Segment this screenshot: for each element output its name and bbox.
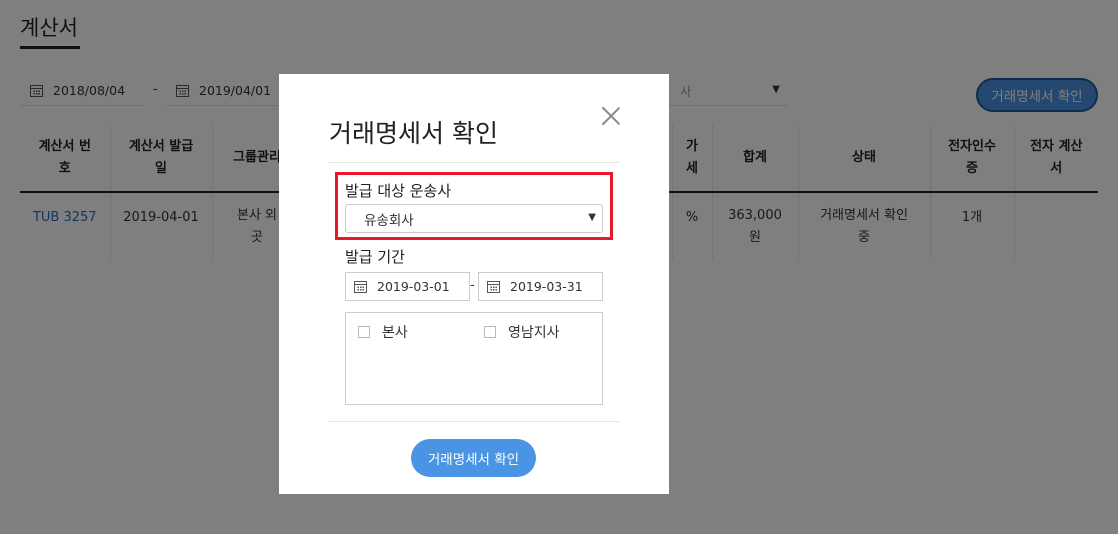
modal-header-divider — [328, 162, 620, 163]
close-icon[interactable] — [601, 106, 621, 126]
calendar-icon — [354, 280, 367, 293]
branch-label-hq: 본사 — [382, 325, 408, 341]
period-end-field[interactable]: 2019-03-31 — [478, 272, 603, 301]
modal-footer-divider — [328, 421, 620, 422]
period-start-value: 2019-03-01 — [377, 279, 450, 294]
calendar-icon — [487, 280, 500, 293]
dropdown-arrow-icon: ▼ — [588, 212, 596, 223]
checkbox-icon[interactable] — [358, 326, 370, 338]
period-start-field[interactable]: 2019-03-01 — [345, 272, 470, 301]
carrier-label: 발급 대상 운송사 — [345, 182, 452, 200]
statement-confirm-modal: 거래명세서 확인 발급 대상 운송사 유송회사 ▼ 발급 기간 2019-03-… — [279, 74, 669, 494]
period-label: 발급 기간 — [345, 248, 405, 266]
period-end-value: 2019-03-31 — [510, 279, 583, 294]
statement-confirm-button[interactable]: 거래명세서 확인 — [411, 439, 536, 477]
branch-checkbox-hq[interactable]: 본사 — [358, 322, 408, 342]
carrier-select[interactable]: 유송회사 ▼ — [345, 204, 603, 233]
branch-checkbox-yeongnam[interactable]: 영남지사 — [484, 322, 560, 342]
checkbox-icon[interactable] — [484, 326, 496, 338]
period-separator: - — [470, 278, 475, 293]
modal-title: 거래명세서 확인 — [329, 119, 498, 148]
branch-label-yeongnam: 영남지사 — [508, 325, 560, 341]
branch-checkbox-list: 본사 영남지사 — [345, 312, 603, 405]
carrier-select-value: 유송회사 — [364, 212, 414, 229]
